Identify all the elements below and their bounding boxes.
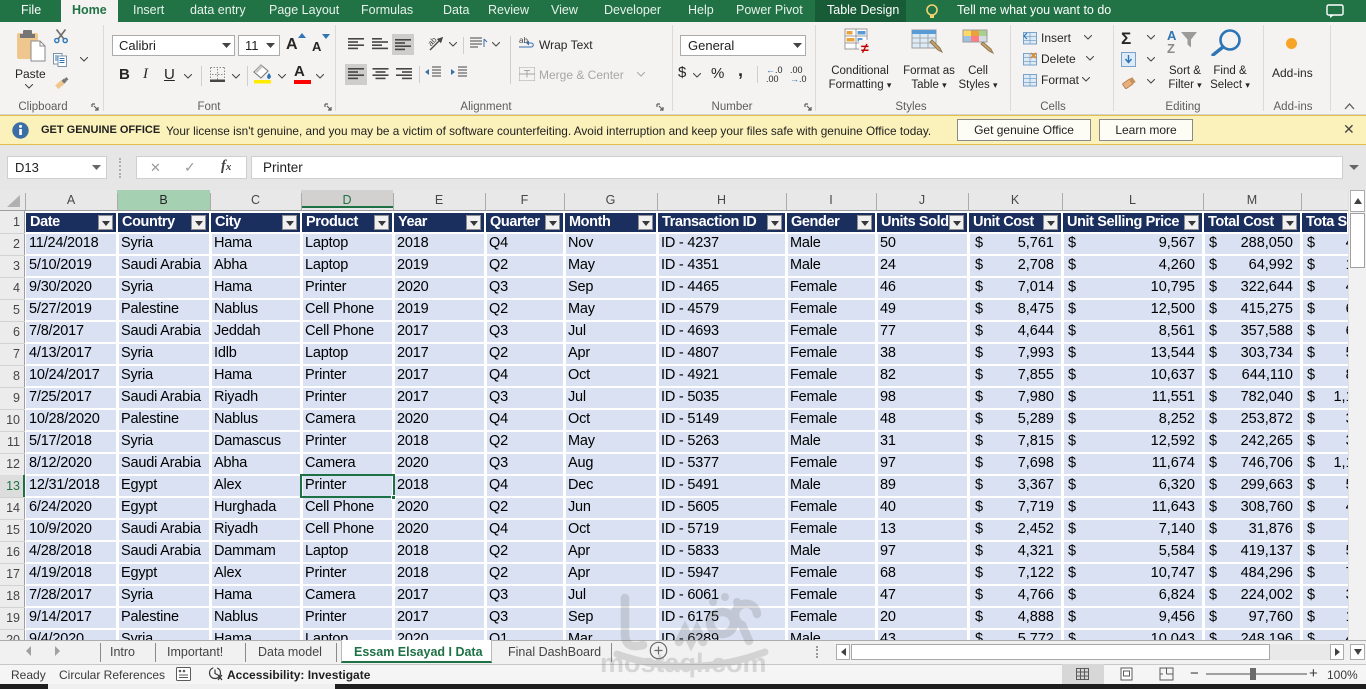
svg-text:Z: Z xyxy=(1167,41,1175,54)
svg-text:≠: ≠ xyxy=(861,40,869,56)
svg-text:mostaql.com: mostaql.com xyxy=(600,648,767,678)
svg-text:ab: ab xyxy=(428,35,439,48)
